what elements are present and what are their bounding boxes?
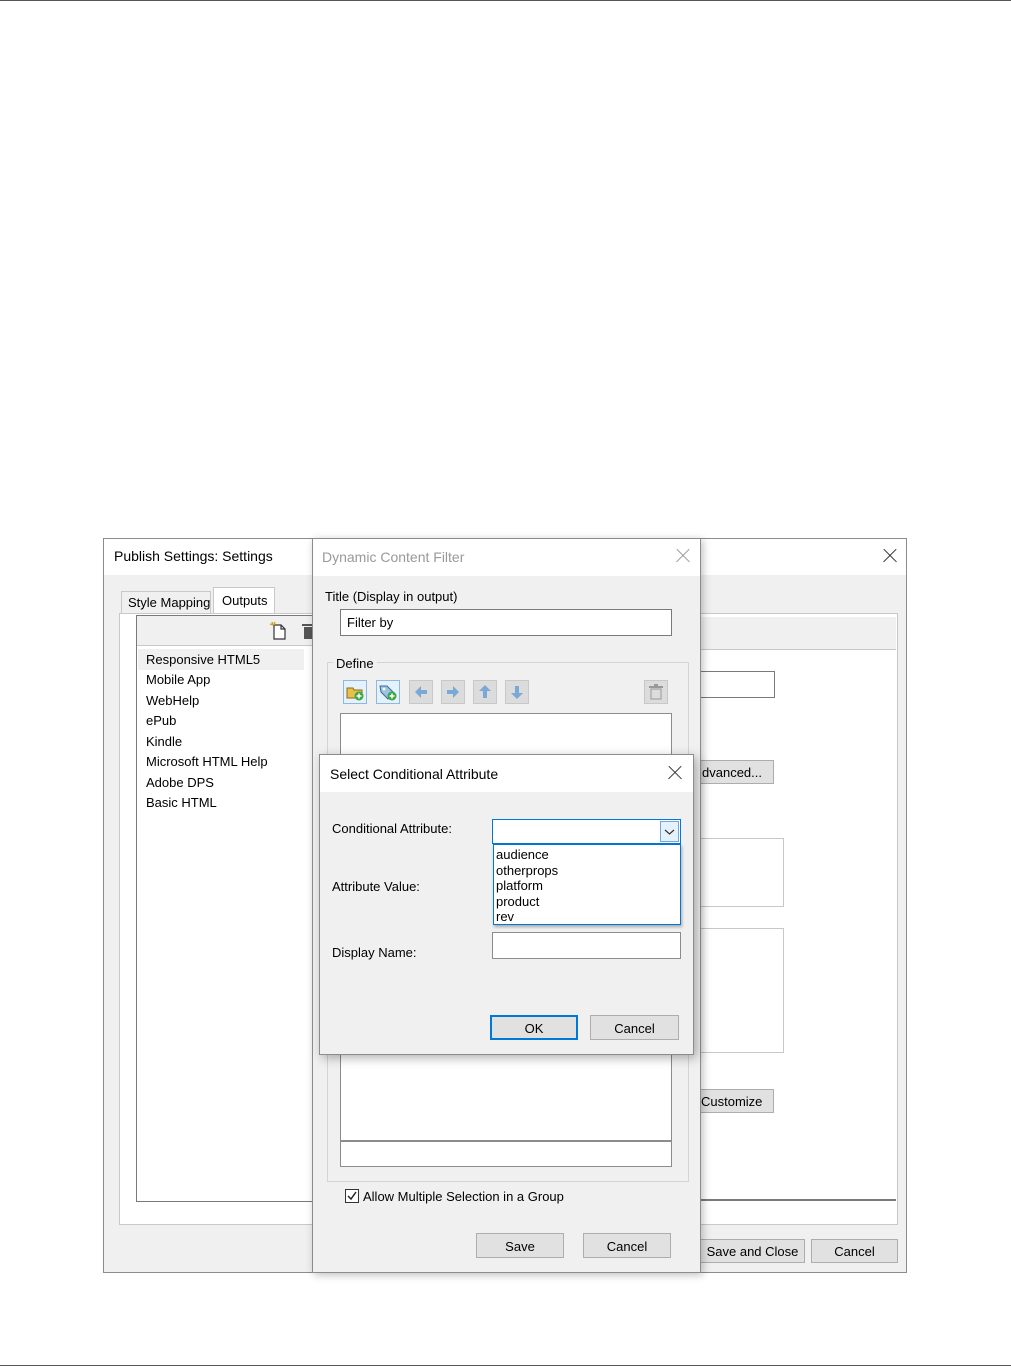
dcf-titlebar: Dynamic Content Filter xyxy=(313,539,700,576)
ok-button[interactable]: OK xyxy=(490,1015,578,1040)
conditional-attribute-dropdown: audience otherprops platform product rev xyxy=(493,844,681,925)
dcf-save-button[interactable]: Save xyxy=(476,1233,564,1258)
output-item-ms-html-help[interactable]: Microsoft HTML Help xyxy=(146,754,268,769)
option-audience[interactable]: audience xyxy=(494,847,680,863)
display-name-input[interactable] xyxy=(492,932,681,959)
publish-cancel-button[interactable]: Cancel xyxy=(811,1239,898,1263)
top-rule xyxy=(0,0,1011,1)
settings-header-strip xyxy=(700,617,896,650)
sca-titlebar: Select Conditional Attribute xyxy=(320,755,693,792)
option-otherprops[interactable]: otherprops xyxy=(494,863,680,879)
dcf-cancel-button[interactable]: Cancel xyxy=(583,1233,671,1258)
checkmark-icon xyxy=(347,1191,357,1201)
move-down-button[interactable] xyxy=(505,680,529,704)
customize-button[interactable]: Customize xyxy=(700,1089,774,1113)
move-up-button[interactable] xyxy=(473,680,497,704)
output-item-kindle[interactable]: Kindle xyxy=(146,734,182,749)
settings-box-1 xyxy=(700,838,784,907)
settings-text-field[interactable] xyxy=(700,671,775,698)
outputs-toolbar xyxy=(137,616,315,646)
sca-title: Select Conditional Attribute xyxy=(330,766,499,782)
output-item-epub[interactable]: ePub xyxy=(146,713,176,728)
dcf-title-label: Title (Display in output) xyxy=(325,589,458,604)
close-icon[interactable] xyxy=(880,546,900,566)
tab-style-mapping[interactable]: Style Mapping xyxy=(121,591,211,613)
option-product[interactable]: product xyxy=(494,894,680,910)
outputs-list-frame: Responsive HTML5 Mobile App WebHelp ePub… xyxy=(136,615,316,1202)
new-output-icon[interactable] xyxy=(269,621,289,641)
arrow-right-icon xyxy=(447,686,459,698)
trash-icon xyxy=(649,684,663,700)
settings-box-2 xyxy=(700,928,784,1053)
display-name-label: Display Name: xyxy=(332,945,417,960)
define-label: Define xyxy=(333,656,377,671)
dcf-title-input[interactable]: Filter by xyxy=(340,609,672,636)
save-and-close-button[interactable]: Save and Close xyxy=(700,1239,805,1263)
conditional-attribute-label: Conditional Attribute: xyxy=(332,821,452,836)
select-conditional-attribute-dialog: Select Conditional Attribute Conditional… xyxy=(319,754,694,1055)
tab-outputs-label: Outputs xyxy=(222,593,268,608)
output-item-adobe-dps[interactable]: Adobe DPS xyxy=(146,775,214,790)
allow-multiple-label: Allow Multiple Selection in a Group xyxy=(363,1189,564,1204)
settings-divider xyxy=(700,1199,896,1201)
allow-multiple-checkbox[interactable] xyxy=(345,1189,359,1203)
dcf-title: Dynamic Content Filter xyxy=(322,549,465,565)
new-group-button[interactable] xyxy=(343,680,367,704)
close-icon[interactable] xyxy=(665,763,685,783)
output-item-mobile-app[interactable]: Mobile App xyxy=(146,672,210,687)
move-right-button[interactable] xyxy=(441,680,465,704)
dropdown-button[interactable] xyxy=(660,821,679,842)
tag-add-icon xyxy=(379,685,397,701)
new-tag-button[interactable] xyxy=(376,680,400,704)
publish-settings-title: Publish Settings: Settings xyxy=(114,548,273,564)
option-rev[interactable]: rev xyxy=(494,909,680,925)
tab-style-mapping-label: Style Mapping xyxy=(128,595,211,610)
tab-outputs[interactable]: Outputs xyxy=(213,587,275,614)
output-item-basic-html[interactable]: Basic HTML xyxy=(146,795,217,810)
bottom-rule xyxy=(0,1365,1011,1366)
option-platform[interactable]: platform xyxy=(494,878,680,894)
arrow-up-icon xyxy=(479,685,491,698)
folder-add-icon xyxy=(346,687,364,701)
arrow-left-icon xyxy=(415,686,427,698)
output-item-responsive-html5[interactable]: Responsive HTML5 xyxy=(146,652,260,667)
attribute-value-label: Attribute Value: xyxy=(332,879,420,894)
close-icon[interactable] xyxy=(673,546,693,566)
move-left-button[interactable] xyxy=(409,680,433,704)
arrow-down-icon xyxy=(511,686,523,699)
conditional-attribute-select[interactable] xyxy=(492,819,681,844)
define-item-field[interactable] xyxy=(340,1141,672,1167)
delete-item-button[interactable] xyxy=(644,680,668,704)
chevron-down-icon xyxy=(664,829,675,835)
output-item-webhelp[interactable]: WebHelp xyxy=(146,693,199,708)
advanced-button[interactable]: dvanced... xyxy=(700,760,774,784)
sca-cancel-button[interactable]: Cancel xyxy=(590,1015,679,1040)
